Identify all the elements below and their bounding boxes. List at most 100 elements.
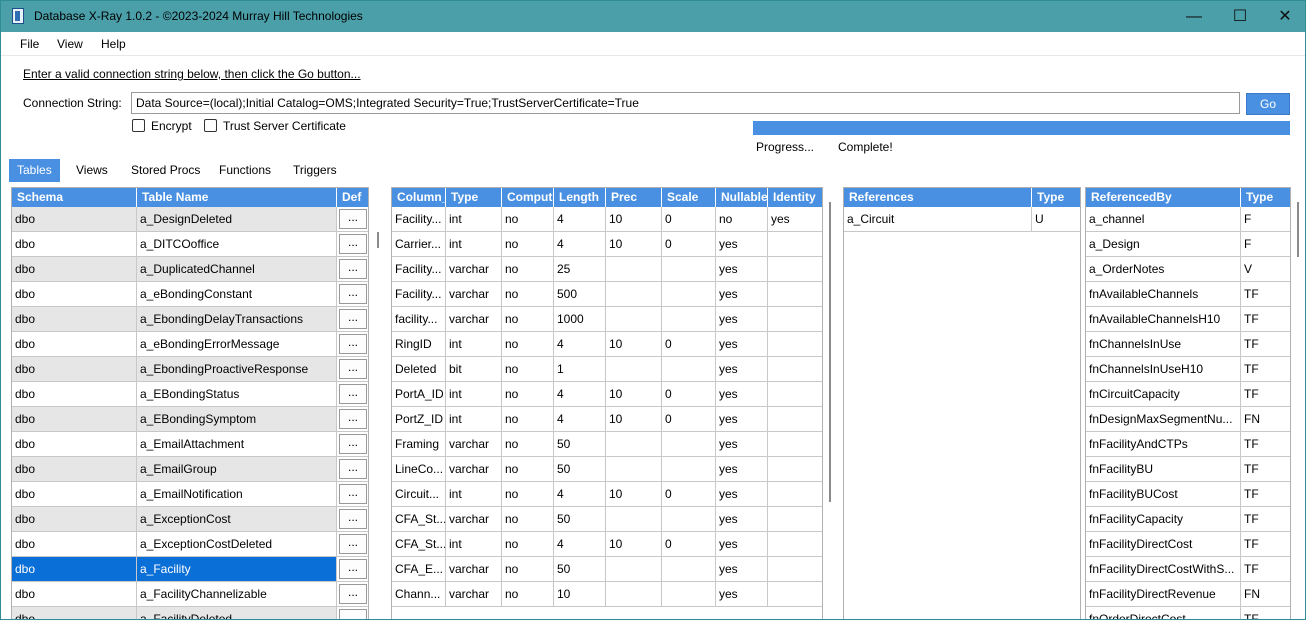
encrypt-checkbox-box[interactable] (132, 119, 145, 132)
column-row[interactable]: PortZ_ID int no 4 10 0 yes (392, 407, 822, 432)
column-row[interactable]: Facility... int no 4 10 0 no yes (392, 207, 822, 232)
definition-button[interactable]: ... (339, 359, 367, 379)
column-row[interactable]: Chann... varchar no 10 yes (392, 582, 822, 607)
table-row[interactable]: dbo a_ExceptionCostDeleted... (12, 532, 368, 557)
referencedby-row[interactable]: fnFacilityBU TF (1086, 457, 1290, 482)
column-row[interactable]: Circuit... int no 4 10 0 yes (392, 482, 822, 507)
tab-stored-procs[interactable]: Stored Procs (123, 159, 208, 182)
definition-button[interactable]: ... (339, 434, 367, 454)
table-row[interactable]: dbo a_EbondingProactiveResponse... (12, 357, 368, 382)
table-row[interactable]: dbo a_eBondingErrorMessage... (12, 332, 368, 357)
tables-grid[interactable]: Schema Table Name Def dbo a_DesignDeleted… (11, 187, 369, 619)
referencedby-row[interactable]: fnFacilityAndCTPs TF (1086, 432, 1290, 457)
table-row[interactable]: dbo a_EBondingSymptom... (12, 407, 368, 432)
column-row[interactable]: PortA_ID int no 4 10 0 yes (392, 382, 822, 407)
referencedby-row[interactable]: fnFacilityBUCost TF (1086, 482, 1290, 507)
trust-checkbox-box[interactable] (204, 119, 217, 132)
header-table-name[interactable]: Table Name (137, 188, 337, 207)
definition-button[interactable]: ... (339, 459, 367, 479)
column-row[interactable]: CFA_St... varchar no 50 yes (392, 507, 822, 532)
tables-scroll-thumb[interactable] (377, 232, 379, 248)
referencedby-row[interactable]: a_Design F (1086, 232, 1290, 257)
table-row[interactable]: dbo a_eBondingConstant... (12, 282, 368, 307)
referencedby-row[interactable]: a_OrderNotes V (1086, 257, 1290, 282)
column-row[interactable]: CFA_St... int no 4 10 0 yes (392, 532, 822, 557)
column-row[interactable]: LineCo... varchar no 50 yes (392, 457, 822, 482)
header-referencedby-type[interactable]: Type (1241, 188, 1290, 207)
definition-button[interactable]: ... (339, 484, 367, 504)
tab-triggers[interactable]: Triggers (285, 159, 345, 182)
definition-button[interactable]: ... (339, 559, 367, 579)
header-schema[interactable]: Schema (12, 188, 137, 207)
referencedby-grid[interactable]: ReferencedBy Type a_channel Fa_Design Fa_O… (1085, 187, 1291, 619)
column-row[interactable]: Facility... varchar no 25 yes (392, 257, 822, 282)
table-row[interactable]: dbo a_FacilityChannelizable... (12, 582, 368, 607)
table-row[interactable]: dbo a_EmailNotification... (12, 482, 368, 507)
referencedby-row[interactable]: fnOrderDirectCost TF (1086, 607, 1290, 619)
header-identity[interactable]: Identity (768, 188, 822, 207)
header-references[interactable]: References (844, 188, 1032, 207)
column-row[interactable]: facility... varchar no 1000 yes (392, 307, 822, 332)
definition-button[interactable]: ... (339, 209, 367, 229)
header-precision[interactable]: Prec (606, 188, 662, 207)
referencedby-row[interactable]: fnCircuitCapacity TF (1086, 382, 1290, 407)
connection-string-input[interactable] (131, 92, 1240, 114)
table-row[interactable]: dbo a_ExceptionCost... (12, 507, 368, 532)
table-row[interactable]: dbo a_EmailAttachment... (12, 432, 368, 457)
definition-button[interactable]: ... (339, 334, 367, 354)
table-row[interactable]: dbo a_DesignDeleted... (12, 207, 368, 232)
header-referencedby[interactable]: ReferencedBy (1086, 188, 1241, 207)
menu-file[interactable]: File (20, 37, 39, 51)
definition-button[interactable]: ... (339, 259, 367, 279)
referencedby-row[interactable]: fnChannelsInUseH10 TF (1086, 357, 1290, 382)
referencedby-scrollbar[interactable] (1294, 187, 1303, 619)
header-column-name[interactable]: Column_ (392, 188, 446, 207)
header-computed[interactable]: Comput (502, 188, 554, 207)
definition-button[interactable]: ... (339, 534, 367, 554)
column-row[interactable]: RingID int no 4 10 0 yes (392, 332, 822, 357)
table-row[interactable]: dbo a_FacilityDeleted... (12, 607, 368, 619)
tab-tables[interactable]: Tables (9, 159, 60, 182)
definition-button[interactable]: ... (339, 409, 367, 429)
definition-button[interactable]: ... (339, 609, 367, 619)
columns-grid[interactable]: Column_ Type Comput Length Prec Scale Nullable… (391, 187, 823, 619)
definition-button[interactable]: ... (339, 284, 367, 304)
referencedby-row[interactable]: fnFacilityCapacity TF (1086, 507, 1290, 532)
column-row[interactable]: Deleted bit no 1 yes (392, 357, 822, 382)
referencedby-row[interactable]: fnAvailableChannelsH10 TF (1086, 307, 1290, 332)
tab-functions[interactable]: Functions (211, 159, 279, 182)
column-row[interactable]: Carrier... int no 4 10 0 yes (392, 232, 822, 257)
header-references-type[interactable]: Type (1032, 188, 1080, 207)
column-row[interactable]: Framing varchar no 50 yes (392, 432, 822, 457)
header-scale[interactable]: Scale (662, 188, 716, 207)
references-grid[interactable]: References Type a_Circuit U (843, 187, 1081, 619)
referencedby-row[interactable]: fnAvailableChannels TF (1086, 282, 1290, 307)
maximize-button[interactable]: ☐ (1217, 1, 1263, 32)
referencedby-row[interactable]: fnFacilityDirectCost TF (1086, 532, 1290, 557)
columns-scrollbar[interactable] (826, 187, 835, 619)
referencedby-scroll-thumb[interactable] (1297, 202, 1299, 257)
close-button[interactable]: ✕ (1262, 1, 1305, 32)
table-row[interactable]: dbo a_EmailGroup... (12, 457, 368, 482)
table-row[interactable]: dbo a_DITCOoffice... (12, 232, 368, 257)
referencedby-row[interactable]: fnDesignMaxSegmentNu... FN (1086, 407, 1290, 432)
referencedby-row[interactable]: fnChannelsInUse TF (1086, 332, 1290, 357)
columns-scroll-thumb[interactable] (829, 202, 831, 502)
header-type[interactable]: Type (446, 188, 502, 207)
definition-button[interactable]: ... (339, 509, 367, 529)
header-def[interactable]: Def (337, 188, 368, 207)
table-row[interactable]: dbo a_EbondingDelayTransactions... (12, 307, 368, 332)
definition-button[interactable]: ... (339, 234, 367, 254)
definition-button[interactable]: ... (339, 309, 367, 329)
tables-scrollbar[interactable] (374, 187, 383, 619)
table-row[interactable]: dbo a_EBondingStatus... (12, 382, 368, 407)
table-row[interactable]: dbo a_DuplicatedChannel... (12, 257, 368, 282)
header-nullable[interactable]: Nullable (716, 188, 768, 207)
referencedby-row[interactable]: a_channel F (1086, 207, 1290, 232)
referencedby-row[interactable]: fnFacilityDirectRevenue FN (1086, 582, 1290, 607)
menu-view[interactable]: View (57, 37, 83, 51)
minimize-button[interactable]: — (1171, 1, 1217, 32)
column-row[interactable]: Facility... varchar no 500 yes (392, 282, 822, 307)
go-button[interactable]: Go (1246, 93, 1290, 115)
header-length[interactable]: Length (554, 188, 606, 207)
